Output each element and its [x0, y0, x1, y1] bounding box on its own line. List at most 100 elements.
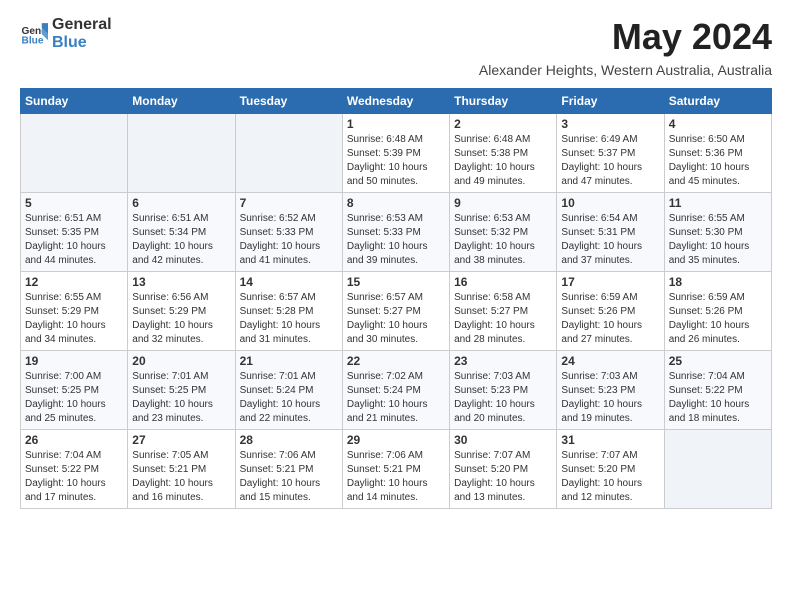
day-number: 14 [240, 275, 338, 289]
calendar-header-saturday: Saturday [664, 89, 771, 114]
day-number: 6 [132, 196, 230, 210]
day-number: 20 [132, 354, 230, 368]
day-number: 26 [25, 433, 123, 447]
calendar-cell: 5 Sunrise: 6:51 AMSunset: 5:35 PMDaylight… [21, 193, 128, 272]
day-info: Sunrise: 6:55 AMSunset: 5:30 PMDaylight:… [669, 212, 767, 268]
calendar-cell: 25 Sunrise: 7:04 AMSunset: 5:22 PMDayligh… [664, 351, 771, 430]
day-info: Sunrise: 7:06 AMSunset: 5:21 PMDaylight:… [347, 449, 445, 505]
day-info: Sunrise: 6:59 AMSunset: 5:26 PMDaylight:… [669, 291, 767, 347]
day-info: Sunrise: 6:50 AMSunset: 5:36 PMDaylight:… [669, 133, 767, 189]
day-info: Sunrise: 7:04 AMSunset: 5:22 PMDaylight:… [669, 370, 767, 426]
day-number: 5 [25, 196, 123, 210]
day-info: Sunrise: 6:53 AMSunset: 5:33 PMDaylight:… [347, 212, 445, 268]
day-info: Sunrise: 7:00 AMSunset: 5:25 PMDaylight:… [25, 370, 123, 426]
calendar-cell: 16 Sunrise: 6:58 AMSunset: 5:27 PMDayligh… [450, 272, 557, 351]
day-info: Sunrise: 6:56 AMSunset: 5:29 PMDaylight:… [132, 291, 230, 347]
calendar-header-monday: Monday [128, 89, 235, 114]
calendar-week-row: 26 Sunrise: 7:04 AMSunset: 5:22 PMDayligh… [21, 430, 772, 509]
calendar-cell: 2Sunrise: 6:48 AMSunset: 5:38 PMDaylight… [450, 114, 557, 193]
calendar-cell: 12 Sunrise: 6:55 AMSunset: 5:29 PMDayligh… [21, 272, 128, 351]
calendar-cell: 3 Sunrise: 6:49 AMSunset: 5:37 PMDaylight… [557, 114, 664, 193]
calendar-table: SundayMondayTuesdayWednesdayThursdayFrid… [20, 88, 772, 509]
day-info: Sunrise: 6:49 AMSunset: 5:37 PMDaylight:… [561, 133, 659, 189]
calendar-week-row: 12 Sunrise: 6:55 AMSunset: 5:29 PMDayligh… [21, 272, 772, 351]
day-number: 8 [347, 196, 445, 210]
day-number: 23 [454, 354, 552, 368]
calendar-cell: 17Sunrise: 6:59 AMSunset: 5:26 PMDayligh… [557, 272, 664, 351]
day-info: Sunrise: 6:48 AMSunset: 5:38 PMDaylight:… [454, 133, 552, 189]
calendar-header-sunday: Sunday [21, 89, 128, 114]
day-info: Sunrise: 6:57 AMSunset: 5:27 PMDaylight:… [347, 291, 445, 347]
day-number: 25 [669, 354, 767, 368]
page-header: General Blue General Blue May 2024 [20, 16, 772, 58]
calendar-cell [235, 114, 342, 193]
calendar-cell: 8 Sunrise: 6:53 AMSunset: 5:33 PMDaylight… [342, 193, 449, 272]
day-number: 13 [132, 275, 230, 289]
day-info: Sunrise: 6:57 AMSunset: 5:28 PMDaylight:… [240, 291, 338, 347]
day-info: Sunrise: 7:01 AMSunset: 5:24 PMDaylight:… [240, 370, 338, 426]
calendar-header-tuesday: Tuesday [235, 89, 342, 114]
day-number: 30 [454, 433, 552, 447]
day-number: 15 [347, 275, 445, 289]
calendar-cell: 7 Sunrise: 6:52 AMSunset: 5:33 PMDaylight… [235, 193, 342, 272]
calendar-cell: 26 Sunrise: 7:04 AMSunset: 5:22 PMDayligh… [21, 430, 128, 509]
day-info: Sunrise: 7:04 AMSunset: 5:22 PMDaylight:… [25, 449, 123, 505]
calendar-week-row: 5 Sunrise: 6:51 AMSunset: 5:35 PMDaylight… [21, 193, 772, 272]
calendar-cell: 20 Sunrise: 7:01 AMSunset: 5:25 PMDayligh… [128, 351, 235, 430]
calendar-cell: 29Sunrise: 7:06 AMSunset: 5:21 PMDayligh… [342, 430, 449, 509]
calendar-cell: 28 Sunrise: 7:06 AMSunset: 5:21 PMDayligh… [235, 430, 342, 509]
day-info: Sunrise: 6:51 AMSunset: 5:34 PMDaylight:… [132, 212, 230, 268]
day-info: Sunrise: 7:02 AMSunset: 5:24 PMDaylight:… [347, 370, 445, 426]
calendar-cell: 18 Sunrise: 6:59 AMSunset: 5:26 PMDayligh… [664, 272, 771, 351]
day-number: 1 [347, 117, 445, 131]
calendar-header-wednesday: Wednesday [342, 89, 449, 114]
calendar-cell: 19 Sunrise: 7:00 AMSunset: 5:25 PMDayligh… [21, 351, 128, 430]
calendar-cell: 27 Sunrise: 7:05 AMSunset: 5:21 PMDayligh… [128, 430, 235, 509]
day-number: 31 [561, 433, 659, 447]
day-number: 11 [669, 196, 767, 210]
title-block: May 2024 [612, 16, 772, 58]
day-number: 12 [25, 275, 123, 289]
day-info: Sunrise: 7:06 AMSunset: 5:21 PMDaylight:… [240, 449, 338, 505]
day-info: Sunrise: 7:01 AMSunset: 5:25 PMDaylight:… [132, 370, 230, 426]
day-info: Sunrise: 6:55 AMSunset: 5:29 PMDaylight:… [25, 291, 123, 347]
day-info: Sunrise: 7:03 AMSunset: 5:23 PMDaylight:… [454, 370, 552, 426]
day-info: Sunrise: 7:05 AMSunset: 5:21 PMDaylight:… [132, 449, 230, 505]
day-number: 22 [347, 354, 445, 368]
calendar-week-row: 19 Sunrise: 7:00 AMSunset: 5:25 PMDayligh… [21, 351, 772, 430]
day-info: Sunrise: 6:51 AMSunset: 5:35 PMDaylight:… [25, 212, 123, 268]
day-info: Sunrise: 6:52 AMSunset: 5:33 PMDaylight:… [240, 212, 338, 268]
calendar-header-thursday: Thursday [450, 89, 557, 114]
day-number: 24 [561, 354, 659, 368]
day-number: 18 [669, 275, 767, 289]
calendar-header-friday: Friday [557, 89, 664, 114]
calendar-cell: 24Sunrise: 7:03 AMSunset: 5:23 PMDayligh… [557, 351, 664, 430]
day-number: 3 [561, 117, 659, 131]
day-info: Sunrise: 6:53 AMSunset: 5:32 PMDaylight:… [454, 212, 552, 268]
calendar-cell: 22 Sunrise: 7:02 AMSunset: 5:24 PMDayligh… [342, 351, 449, 430]
calendar-week-row: 1 Sunrise: 6:48 AMSunset: 5:39 PMDaylight… [21, 114, 772, 193]
day-number: 10 [561, 196, 659, 210]
subtitle: Alexander Heights, Western Australia, Au… [20, 62, 772, 78]
day-number: 21 [240, 354, 338, 368]
calendar-cell: 13 Sunrise: 6:56 AMSunset: 5:29 PMDayligh… [128, 272, 235, 351]
day-info: Sunrise: 6:58 AMSunset: 5:27 PMDaylight:… [454, 291, 552, 347]
day-info: Sunrise: 7:07 AMSunset: 5:20 PMDaylight:… [454, 449, 552, 505]
calendar-cell: 15 Sunrise: 6:57 AMSunset: 5:27 PMDayligh… [342, 272, 449, 351]
calendar-cell: 11 Sunrise: 6:55 AMSunset: 5:30 PMDayligh… [664, 193, 771, 272]
day-info: Sunrise: 6:48 AMSunset: 5:39 PMDaylight:… [347, 133, 445, 189]
day-number: 27 [132, 433, 230, 447]
day-number: 17 [561, 275, 659, 289]
calendar-cell: 14 Sunrise: 6:57 AMSunset: 5:28 PMDayligh… [235, 272, 342, 351]
day-number: 7 [240, 196, 338, 210]
day-number: 28 [240, 433, 338, 447]
day-number: 4 [669, 117, 767, 131]
day-number: 19 [25, 354, 123, 368]
day-number: 9 [454, 196, 552, 210]
day-info: Sunrise: 6:54 AMSunset: 5:31 PMDaylight:… [561, 212, 659, 268]
day-number: 16 [454, 275, 552, 289]
calendar-cell: 31Sunrise: 7:07 AMSunset: 5:20 PMDayligh… [557, 430, 664, 509]
calendar-cell: 9 Sunrise: 6:53 AMSunset: 5:32 PMDaylight… [450, 193, 557, 272]
logo-text: General Blue [52, 16, 112, 52]
calendar-cell [128, 114, 235, 193]
